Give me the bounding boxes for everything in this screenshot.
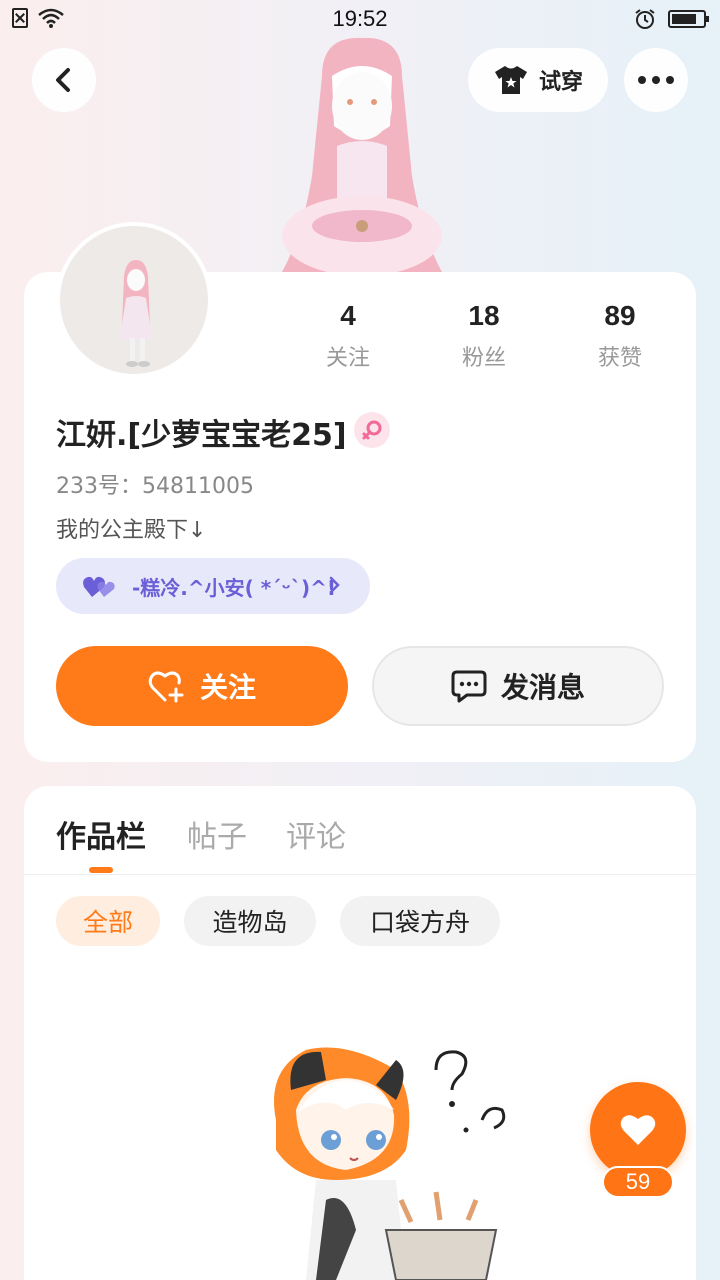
status-right — [634, 8, 709, 30]
avatar[interactable] — [56, 222, 212, 378]
follow-button[interactable]: 关注 — [56, 646, 348, 726]
chevron-right-icon — [329, 576, 340, 594]
heart-icon — [620, 1115, 656, 1145]
stat-likes[interactable]: 89 获赞 — [560, 300, 680, 372]
stat-following-label: 关注 — [325, 346, 370, 371]
relation-pill-text: -糕冷.^小安( *´ᵕ`)^! — [132, 575, 336, 600]
stat-likes-value: 89 — [604, 300, 636, 331]
like-button[interactable] — [590, 1082, 686, 1178]
avatar-figure-thumbnail — [120, 260, 152, 367]
follow-label: 关注 — [199, 671, 256, 704]
stat-likes-label: 获赞 — [597, 346, 642, 371]
nickname: 江妍.[少萝宝宝老25] — [56, 418, 347, 453]
tab-posts[interactable]: 帖子 — [187, 812, 247, 856]
tab-divider — [24, 874, 696, 875]
relation-pill[interactable]: -糕冷.^小安( *´ᵕ`)^! — [56, 558, 370, 614]
stat-followers-value: 18 — [468, 300, 500, 331]
bio: 我的公主殿下↓ — [56, 518, 207, 543]
more-button[interactable] — [624, 48, 688, 112]
stat-followers[interactable]: 18 粉丝 — [424, 300, 544, 372]
filter-creation-island[interactable]: 造物岛 — [184, 896, 316, 946]
more-dots-icon — [638, 76, 674, 84]
like-count: 59 — [602, 1166, 674, 1198]
back-button[interactable] — [32, 48, 96, 112]
user-id: 233号：54811005 — [56, 474, 254, 499]
tab-indicator — [89, 867, 113, 873]
battery-icon — [668, 10, 709, 28]
stat-followers-label: 粉丝 — [461, 346, 506, 371]
heart-plus-icon — [148, 671, 184, 703]
filter-all[interactable]: 全部 — [56, 896, 160, 946]
message-button[interactable]: 发消息 — [372, 646, 664, 726]
try-on-label: 试穿 — [538, 70, 583, 95]
avatar-figure-image — [282, 37, 442, 272]
try-on-button[interactable]: 试穿 — [468, 48, 608, 112]
message-label: 发消息 — [500, 671, 585, 704]
stat-following-value: 4 — [340, 300, 356, 331]
status-bar: 19:52 — [0, 0, 720, 36]
tab-comments[interactable]: 评论 — [286, 812, 346, 856]
tab-works[interactable]: 作品栏 — [56, 812, 146, 856]
double-heart-icon — [83, 576, 115, 597]
tshirt-icon — [494, 66, 527, 94]
chevron-left-icon — [56, 68, 70, 92]
empty-state-mascot-image — [274, 1047, 506, 1280]
filter-pocket-ark[interactable]: 口袋方舟 — [340, 896, 500, 946]
female-gender-icon — [354, 412, 390, 448]
chat-bubble-icon — [451, 670, 487, 703]
stat-following[interactable]: 4 关注 — [288, 300, 408, 372]
alarm-icon — [635, 9, 655, 29]
status-time: 19:52 — [332, 6, 388, 31]
